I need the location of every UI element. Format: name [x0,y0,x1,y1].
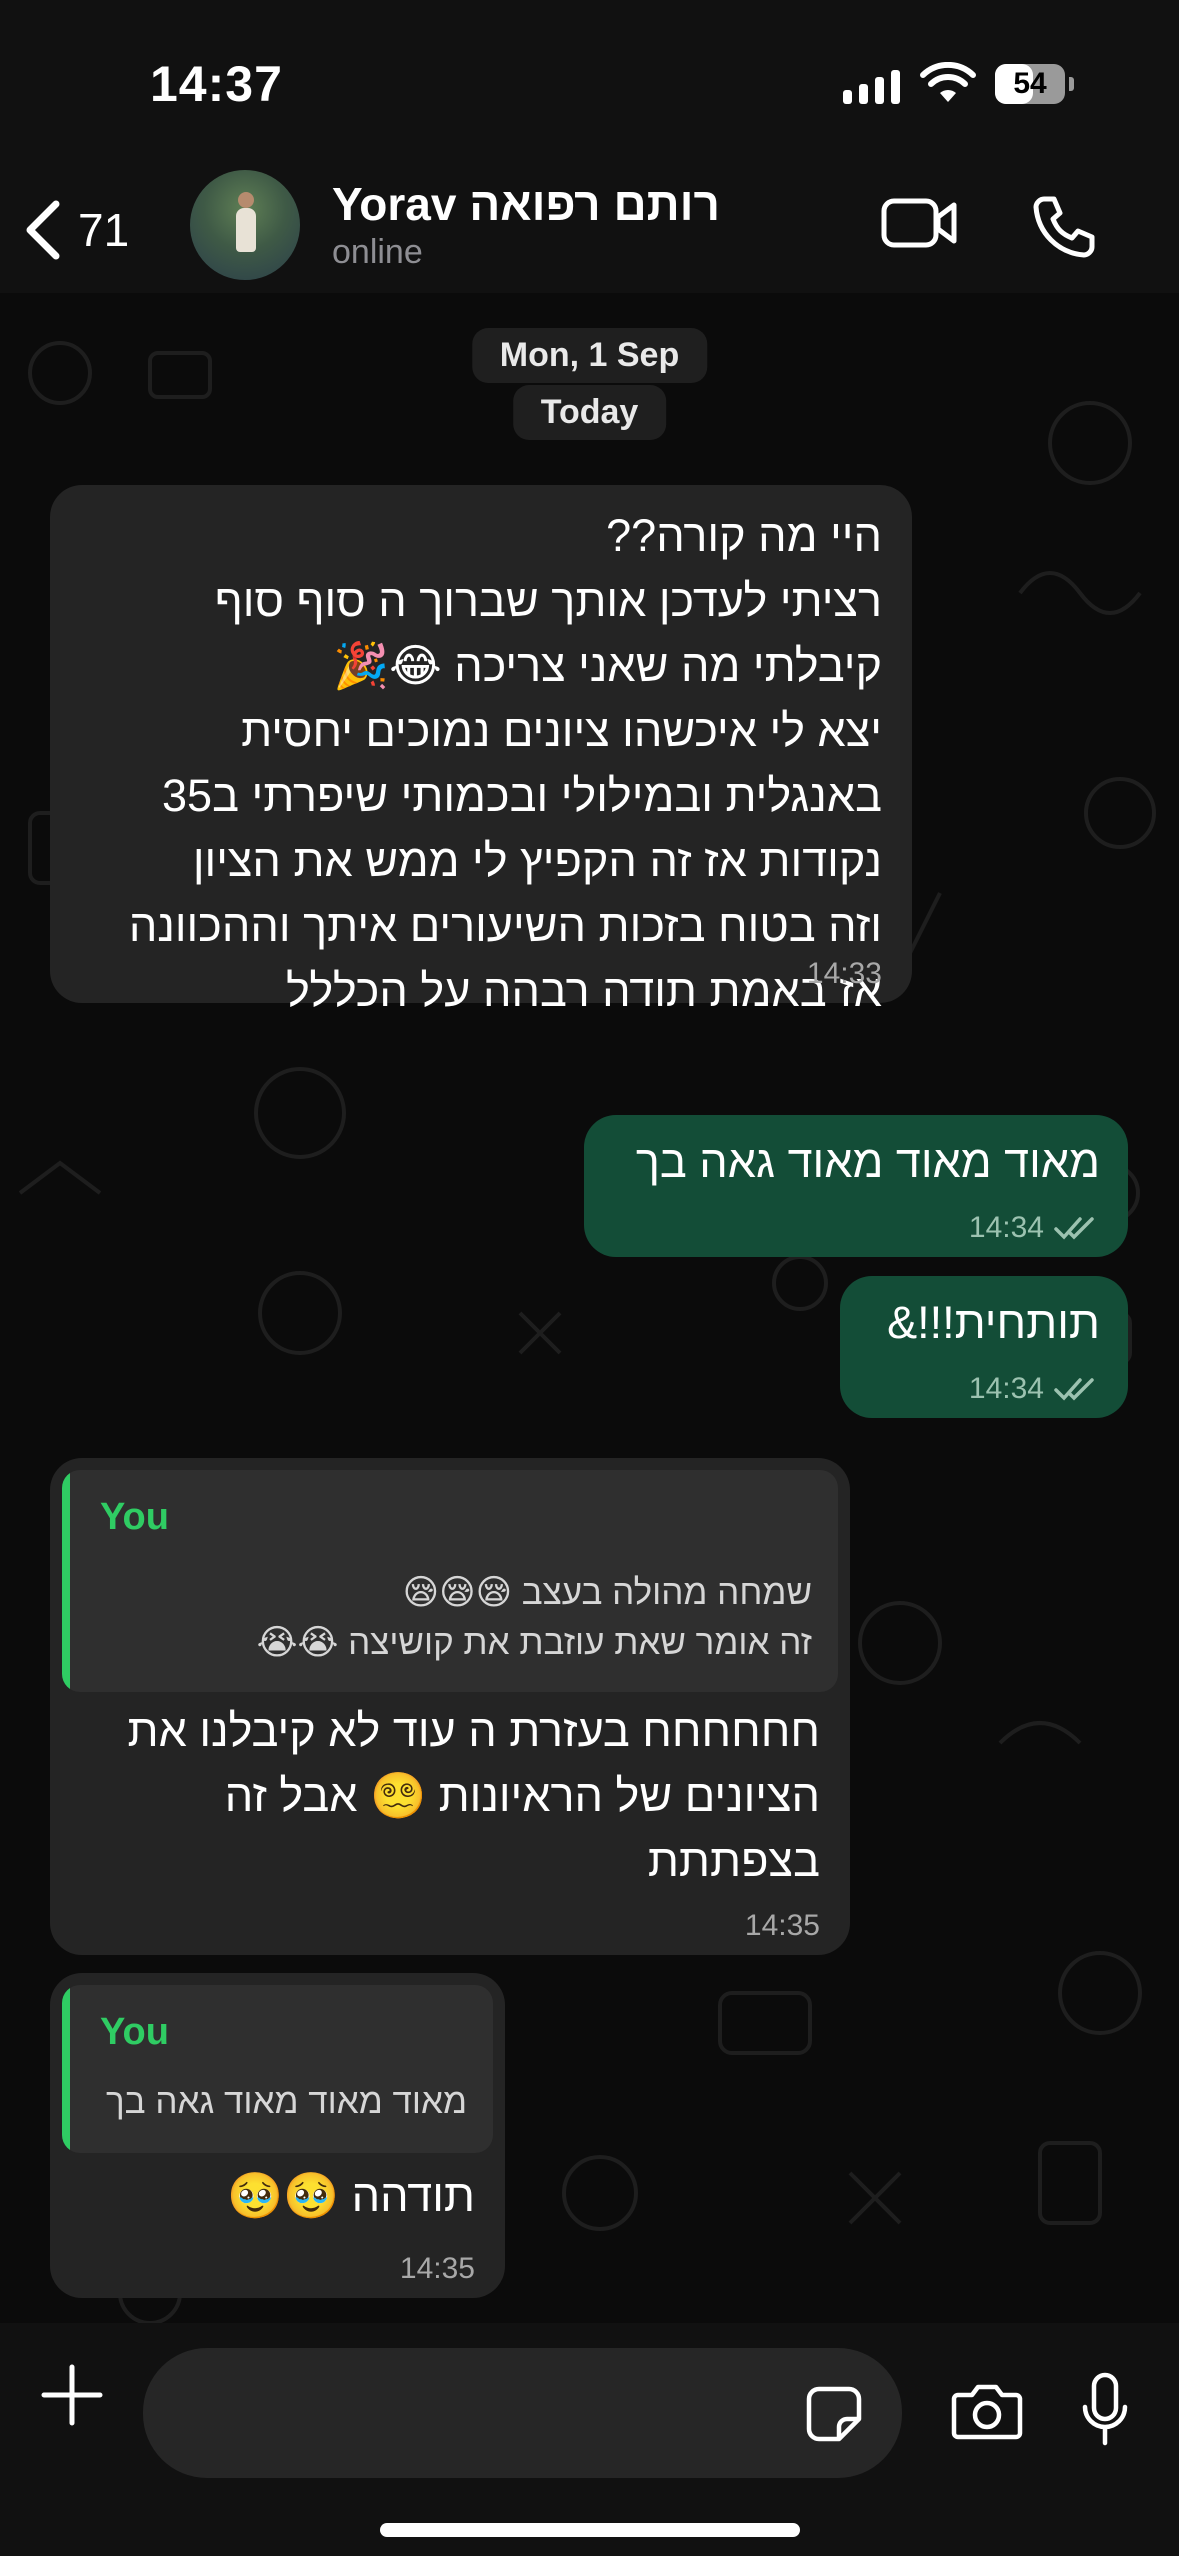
status-time: 14:37 [150,56,283,112]
message-time: 14:34 [968,1372,1044,1405]
sticker-icon[interactable] [805,2385,863,2443]
message-input[interactable] [143,2348,902,2478]
cellular-signal-icon [843,70,900,104]
message-time: 14:33 [806,957,882,990]
message-time: 14:34 [968,1211,1044,1244]
message-meta: 14:35 [745,1909,820,1943]
message-bubble-incoming[interactable]: You שמחה מהולה בעצב 😪😪😪 זה אומר שאת עוזב… [50,1458,850,1955]
unread-count: 71 [78,204,130,256]
message-meta: 14:33 [807,957,882,991]
quoted-message[interactable]: You שמחה מהולה בעצב 😪😪😪 זה אומר שאת עוזב… [62,1470,838,1692]
chat-header: 71 רותם רפואה Yorav online [0,165,1179,293]
message-text: תודהה 🥹🥹 [227,2170,475,2221]
wifi-icon [920,62,976,102]
phone-call-button[interactable] [1030,193,1096,259]
message-time: 14:35 [744,1909,820,1942]
battery-tip [1069,77,1074,91]
quote-accent-bar [62,1985,70,2153]
double-check-icon [1054,1378,1094,1401]
message-meta: 14:35 [400,2252,475,2286]
quote-text: מאוד מאוד מאוד גאה בך [105,2082,467,2121]
message-list[interactable]: Mon, 1 Sep Today היי מה קורה?? רציתי לעד… [0,293,1179,2323]
chevron-left-icon [26,200,60,260]
battery-percentage: 54 [1013,67,1047,100]
message-text: היי מה קורה?? רציתי לעדכן אותך שברוך ה ס… [128,510,882,1016]
quote-text: שמחה מהולה בעצב 😪😪😪 זה אומר שאת עוזבת את… [256,1573,812,1662]
message-meta: 14:34 [969,1372,1098,1406]
video-call-button[interactable] [880,195,960,251]
plus-icon[interactable] [40,2363,104,2427]
quote-author: You [100,1496,169,1538]
home-indicator[interactable] [380,2523,800,2537]
message-bubble-incoming[interactable]: היי מה קורה?? רציתי לעדכן אותך שברוך ה ס… [50,485,912,1016]
message-text: תותחית!!!& [887,1297,1100,1348]
message-text: חחחחחח בעזרת ה עוד לא קיבלנו את הציונים … [127,1705,820,1886]
battery-icon: 54 [995,64,1065,104]
date-chip: Mon, 1 Sep [471,328,708,383]
quote-author: You [100,2011,169,2053]
microphone-icon[interactable] [1080,2371,1130,2451]
chat-screen: 14:37 54 71 רותם רפואה Yorav online Mon,… [0,0,1179,2556]
double-check-icon [1054,1217,1094,1240]
contact-status: online [332,233,423,271]
avatar[interactable] [190,170,300,280]
camera-icon[interactable] [950,2381,1024,2441]
status-bar: 14:37 54 [0,0,1179,165]
quoted-message[interactable]: You מאוד מאוד מאוד גאה בך [62,1985,493,2153]
date-chip-today: Today [512,385,667,440]
composer-bar [0,2323,1179,2556]
contact-name[interactable]: רותם רפואה Yorav [332,177,720,231]
quote-accent-bar [62,1470,70,1692]
message-text: מאוד מאוד מאוד גאה בך [635,1136,1100,1187]
message-bubble-outgoing[interactable]: תותחית!!!& 14:34 [840,1276,1128,1418]
message-meta: 14:34 [969,1211,1098,1245]
back-button[interactable]: 71 [20,190,129,270]
message-time: 14:35 [399,2252,475,2285]
message-bubble-outgoing[interactable]: מאוד מאוד מאוד גאה בך 14:34 [584,1115,1128,1257]
message-bubble-incoming[interactable]: You מאוד מאוד מאוד גאה בך תודהה 🥹🥹 14:35 [50,1973,505,2298]
